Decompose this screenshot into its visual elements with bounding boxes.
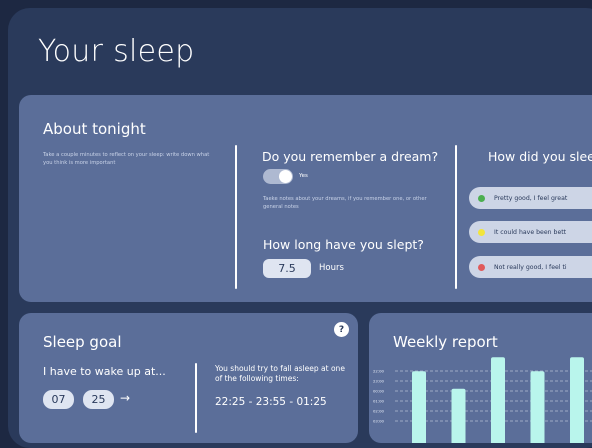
feeling-option-label: Not really good, I feel ti [494, 263, 567, 271]
y-tick-label: 03:00 [373, 419, 385, 424]
feeling-option-good[interactable]: Pretty good, I feel great [469, 187, 592, 209]
hours-unit: Hours [319, 263, 344, 273]
green-dot-icon [478, 194, 485, 202]
page-title: Your sleep [38, 34, 195, 69]
goal-divider [195, 363, 197, 433]
arrow-right-icon[interactable]: → [120, 391, 130, 405]
feeling-option-bad[interactable]: Not really good, I feel ti [469, 256, 592, 278]
y-tick-label: 22:00 [373, 369, 385, 374]
dream-toggle[interactable] [263, 169, 293, 184]
wake-minute-input[interactable]: 25 [83, 390, 114, 409]
y-tick-label: 23:00 [373, 379, 385, 384]
yellow-dot-icon [478, 228, 485, 236]
chart-bar[interactable] [451, 388, 466, 443]
help-icon[interactable]: ? [334, 322, 349, 337]
sleep-goal-title: Sleep goal [43, 333, 122, 351]
divider-right [455, 145, 457, 289]
feeling-question: How did you sleep [488, 149, 592, 164]
feeling-option-label: Pretty good, I feel great [494, 194, 568, 202]
y-tick-label: 02:00 [373, 409, 385, 414]
hours-input[interactable]: 7.5 [263, 259, 311, 278]
weekly-report-card: Weekly report 22:00 23:00 00:00 01:00 02:00 0… [369, 313, 592, 443]
chart-bar[interactable] [530, 371, 545, 443]
chart-bar[interactable] [570, 357, 584, 443]
dream-toggle-label: Yes [299, 173, 308, 179]
toggle-knob [279, 170, 292, 183]
wake-hour-input[interactable]: 07 [43, 390, 74, 409]
duration-question: How long have you slept? [263, 237, 424, 252]
feeling-option-label: It could have been bett [494, 228, 567, 236]
feeling-option-ok[interactable]: It could have been bett [469, 221, 592, 243]
about-tonight-title: About tonight [43, 120, 146, 138]
wake-label: I have to wake up at... [43, 365, 166, 378]
weekly-chart: 22:00 23:00 00:00 01:00 02:00 03:00 [373, 357, 592, 443]
dream-question: Do you remember a dream? [262, 149, 439, 164]
y-tick-label: 01:00 [373, 399, 385, 404]
goal-advice: You should try to fall asleep at one of … [215, 364, 345, 383]
goal-times: 22:25 - 23:55 - 01:25 [215, 396, 327, 408]
chart-bar[interactable] [491, 357, 505, 443]
about-tonight-description: Take a couple minutes to reflect on your… [43, 152, 210, 166]
y-tick-label: 00:00 [373, 389, 385, 394]
chart-bar[interactable] [412, 371, 426, 443]
dream-notes-field[interactable]: Taeke notes about your dreams, if you re… [263, 195, 443, 211]
divider-left [235, 145, 237, 289]
red-dot-icon [478, 263, 485, 271]
sleep-goal-card: Sleep goal ? I have to wake up at... 07 … [19, 313, 358, 443]
